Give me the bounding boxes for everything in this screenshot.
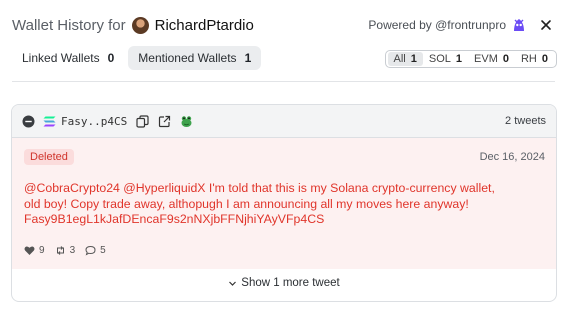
tweet[interactable]: Deleted Dec 16, 2024 @CobraCrypto24 @Hyp… [12, 138, 556, 269]
title-prefix: Wallet History for [12, 16, 126, 34]
likes-stat: 9 [24, 245, 45, 256]
likes-count: 9 [39, 245, 45, 256]
show-more-button[interactable]: Show 1 more tweet [12, 275, 556, 291]
deleted-badge: Deleted [24, 149, 74, 165]
filter-label: RH [520, 53, 537, 65]
tweet-text: @CobraCrypto24 @HyperliquidX I'm told th… [24, 181, 544, 228]
heart-icon [24, 246, 35, 255]
filter-count: 0 [502, 53, 509, 65]
retweets-stat: 3 [55, 245, 76, 256]
copy-icon[interactable] [136, 114, 149, 128]
tab-linked-wallets[interactable]: Linked Wallets 0 [12, 46, 124, 70]
filter-all[interactable]: All 1 [387, 52, 423, 66]
show-more-label: Show 1 more tweet [241, 277, 340, 289]
collapse-icon[interactable] [22, 115, 35, 128]
reply-icon [85, 245, 96, 256]
tab-count: 1 [244, 51, 252, 65]
replies-count: 5 [100, 245, 106, 256]
divider [12, 81, 555, 82]
solana-icon [43, 116, 56, 126]
tab-label: Mentioned Wallets [138, 51, 237, 65]
chain-filter: All 1 SOL 1 EVM 0 RH 0 [384, 50, 557, 68]
wallet-tabs: Linked Wallets 0 Mentioned Wallets 1 [12, 46, 262, 70]
username: RichardPtardio [154, 16, 254, 34]
powered-by-label[interactable]: Powered by @frontrunpro [368, 18, 506, 32]
tab-label: Linked Wallets [22, 51, 100, 65]
frontrun-logo-icon [514, 19, 524, 31]
filter-sol[interactable]: SOL 1 [423, 52, 468, 66]
replies-stat: 5 [85, 245, 106, 256]
wallet-card-header: Fasy..p4CS 2 tweets [12, 105, 556, 138]
close-icon[interactable] [539, 18, 553, 32]
chevron-down-icon [229, 281, 237, 286]
filter-label: All [393, 53, 406, 65]
wallet-card: Fasy..p4CS 2 tweets Deleted Dec 16, 2024… [11, 104, 557, 302]
tweet-text-line: @CobraCrypto24 @HyperliquidX I'm told th… [24, 181, 495, 195]
retweet-icon [56, 246, 64, 255]
filter-count: 0 [541, 53, 548, 65]
filter-count: 1 [410, 53, 417, 65]
powered-by[interactable]: Powered by @frontrunpro [368, 17, 527, 33]
avatar [131, 16, 149, 34]
external-link-icon[interactable] [158, 115, 171, 128]
wallet-address: Fasy..p4CS [61, 114, 128, 128]
tweet-stats: 9 3 5 [24, 245, 116, 256]
frog-icon[interactable] [180, 115, 193, 128]
filter-rh[interactable]: RH 0 [515, 52, 554, 66]
tweet-text-line: Fasy9B1egL1kJafDEncaF9s2nNXjbFFNjhiYAyVF… [24, 212, 325, 226]
filter-count: 1 [455, 53, 463, 65]
tab-mentioned-wallets[interactable]: Mentioned Wallets 1 [128, 46, 262, 70]
header: Wallet History for RichardPtardio Powere… [12, 14, 555, 36]
tweet-date: Dec 16, 2024 [479, 151, 545, 163]
filter-label: EVM [474, 53, 498, 65]
filter-evm[interactable]: EVM 0 [468, 52, 515, 66]
tweet-text-line: old boy! Copy trade away, althopugh I am… [24, 196, 469, 211]
filter-label: SOL [428, 53, 451, 65]
tweet-count: 2 tweets [505, 115, 546, 127]
tab-count: 0 [107, 51, 115, 65]
retweets-count: 3 [69, 245, 76, 256]
